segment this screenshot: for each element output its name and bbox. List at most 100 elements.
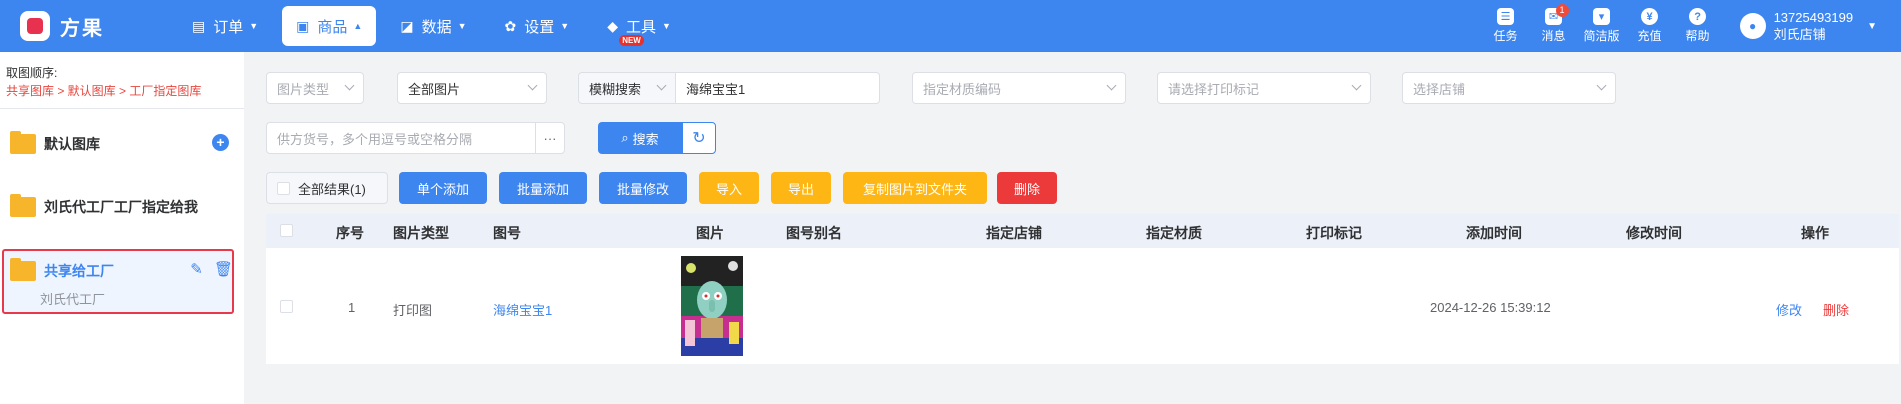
col-index: 序号: [336, 225, 364, 241]
refresh-icon: ↻: [692, 130, 706, 147]
col-actions: 操作: [1801, 225, 1829, 241]
shirt-icon: ▾: [1593, 8, 1611, 25]
nav-settings[interactable]: ✿ 设置 ▼: [491, 6, 584, 46]
row-added-time: 2024-12-26 15:39:12: [1430, 300, 1551, 315]
divider: [0, 108, 244, 109]
all-images-select[interactable]: 全部图片: [397, 72, 547, 104]
nav-data[interactable]: ◪ 数据 ▼: [386, 6, 480, 46]
all-results-toggle[interactable]: 全部结果(1): [266, 172, 388, 204]
tasks-icon: ☰: [1497, 8, 1515, 25]
edit-icon[interactable]: ✎: [188, 261, 205, 278]
refresh-button[interactable]: ↻: [682, 122, 716, 154]
row-checkbox[interactable]: [280, 300, 293, 313]
copy-to-folder-button[interactable]: 复制图片到文件夹: [843, 172, 987, 204]
simple-version-button[interactable]: ▾ 简洁版: [1578, 8, 1626, 44]
gallery-sidebar: 取图顺序: 共享图库 > 默认图库 > 工厂指定图库 默认图库 + 刘氏代工厂工…: [0, 52, 244, 404]
caret-down-icon: ▼: [560, 21, 570, 31]
image-type-select[interactable]: 图片类型: [266, 72, 364, 104]
col-shop: 指定店铺: [986, 225, 1042, 241]
fetch-order-title: 取图顺序:: [6, 66, 58, 80]
folder-icon: [10, 131, 36, 154]
tasks-button[interactable]: ☰ 任务: [1482, 8, 1530, 44]
user-phone: 13725493199: [1773, 10, 1854, 25]
nav-orders[interactable]: ▤ 订单 ▼: [178, 6, 272, 46]
yen-icon: ¥: [1641, 8, 1659, 25]
recharge-button[interactable]: ¥ 充值: [1626, 8, 1674, 44]
header-checkbox[interactable]: [280, 224, 293, 237]
app-logo[interactable]: 方果: [20, 11, 160, 41]
row-delete-link[interactable]: 删除: [1823, 300, 1849, 319]
more-options-button[interactable]: ···: [535, 122, 565, 154]
single-add-button[interactable]: 单个添加: [399, 172, 487, 204]
help-icon: ?: [1689, 8, 1707, 25]
folder-default-gallery[interactable]: 默认图库: [10, 131, 100, 154]
messages-button[interactable]: ✉ 1 消息: [1530, 4, 1578, 44]
search-input[interactable]: 海绵宝宝1: [675, 72, 880, 104]
shop-select[interactable]: 选择店铺: [1402, 72, 1616, 104]
row-thumbnail[interactable]: [681, 256, 743, 356]
batch-add-button[interactable]: 批量添加: [499, 172, 587, 204]
row-index: 1: [348, 300, 356, 315]
select-all-checkbox[interactable]: [277, 181, 290, 195]
caret-down-icon: ▼: [457, 21, 467, 31]
search-button[interactable]: ⌕ 搜索: [598, 122, 682, 154]
chevron-down-icon: [527, 80, 538, 91]
folder-subtitle: 刘氏代工厂: [40, 292, 106, 307]
help-button[interactable]: ? 帮助: [1674, 8, 1722, 44]
user-menu[interactable]: ● 13725493199 刘氏店铺 ▼: [1739, 9, 1877, 43]
folder-label: 共享给工厂: [44, 263, 114, 279]
receipt-icon: ▤: [192, 17, 206, 34]
caret-down-icon: ▼: [249, 21, 259, 31]
folder-shared-to-factory[interactable]: 共享给工厂 刘氏代工厂 ✎ 🗑: [2, 249, 234, 314]
nav-tools[interactable]: ◆ NEW 工具 ▼: [593, 6, 685, 46]
col-material: 指定材质: [1146, 225, 1202, 241]
material-code-select[interactable]: 指定材质编码: [912, 72, 1126, 104]
chevron-down-icon: [656, 80, 667, 91]
chart-icon: ◪: [400, 17, 414, 34]
search-icon: ⌕: [621, 130, 629, 145]
chevron-down-icon: [1351, 80, 1362, 91]
col-image-code: 图号: [493, 225, 521, 241]
user-shop: 刘氏店铺: [1773, 27, 1826, 42]
row-edit-link[interactable]: 修改: [1776, 300, 1802, 319]
header-tools: ☰ 任务 ✉ 1 消息 ▾ 简洁版 ¥ 充值 ? 帮助 ● 1372549319…: [1482, 0, 1901, 52]
delete-button[interactable]: 删除: [997, 172, 1057, 204]
top-navbar: 方果 ▤ 订单 ▼ ▣ 商品 ▲ ◪ 数据 ▼ ✿ 设置 ▼ ◆ NEW 工具 …: [0, 0, 1901, 52]
logo-icon: [20, 11, 50, 41]
nav-products[interactable]: ▣ 商品 ▲: [282, 6, 377, 46]
fetch-order-path: 共享图库 > 默认图库 > 工厂指定图库: [6, 84, 202, 98]
trash-icon[interactable]: 🗑: [214, 261, 233, 278]
main-content: 图片类型 全部图片 模糊搜索 海绵宝宝1 指定材质编码 请选择打印标记 选择店铺…: [244, 52, 1901, 404]
image-table: 序号 图片类型 图号 图片 图号别名 指定店铺 指定材质 打印标记 添加时间 修…: [266, 214, 1899, 364]
print-mark-select[interactable]: 请选择打印标记: [1157, 72, 1371, 104]
cube-icon: ◆: [607, 17, 618, 34]
col-added-time: 添加时间: [1466, 225, 1522, 241]
app-name: 方果: [60, 17, 104, 40]
col-image: 图片: [696, 225, 724, 241]
add-folder-button[interactable]: +: [212, 134, 229, 151]
row-image-type: 打印图: [393, 303, 433, 318]
import-button[interactable]: 导入: [699, 172, 759, 204]
folder-factory-assigned[interactable]: 刘氏代工厂工厂指定给我: [10, 194, 198, 217]
table-row: 1 打印图 海绵宝宝1 2024-12-26 15:39:12 修改 删除: [266, 248, 1899, 364]
row-image-code-link[interactable]: 海绵宝宝1: [493, 300, 552, 319]
col-print-mark: 打印标记: [1306, 225, 1362, 241]
gear-icon: ✿: [504, 17, 517, 34]
caret-down-icon: ▼: [1867, 20, 1877, 32]
folder-icon: [10, 194, 36, 217]
message-count-badge: 1: [1555, 4, 1569, 17]
shopping-bag-icon: ▣: [296, 17, 310, 34]
col-modified-time: 修改时间: [1626, 225, 1682, 241]
search-mode-select[interactable]: 模糊搜索: [578, 72, 676, 104]
supplier-code-input[interactable]: 供方货号，多个用逗号或空格分隔: [266, 122, 536, 154]
caret-up-icon: ▲: [353, 21, 363, 31]
caret-down-icon: ▼: [661, 21, 671, 31]
thumbnail-image: [681, 256, 743, 356]
chevron-down-icon: [1106, 80, 1117, 91]
main-nav: ▤ 订单 ▼ ▣ 商品 ▲ ◪ 数据 ▼ ✿ 设置 ▼ ◆ NEW 工具 ▼: [178, 0, 695, 52]
col-alias: 图号别名: [786, 225, 842, 241]
user-avatar-icon: ●: [1739, 13, 1766, 39]
export-button[interactable]: 导出: [771, 172, 831, 204]
batch-edit-button[interactable]: 批量修改: [599, 172, 687, 204]
chevron-down-icon: [344, 80, 355, 91]
